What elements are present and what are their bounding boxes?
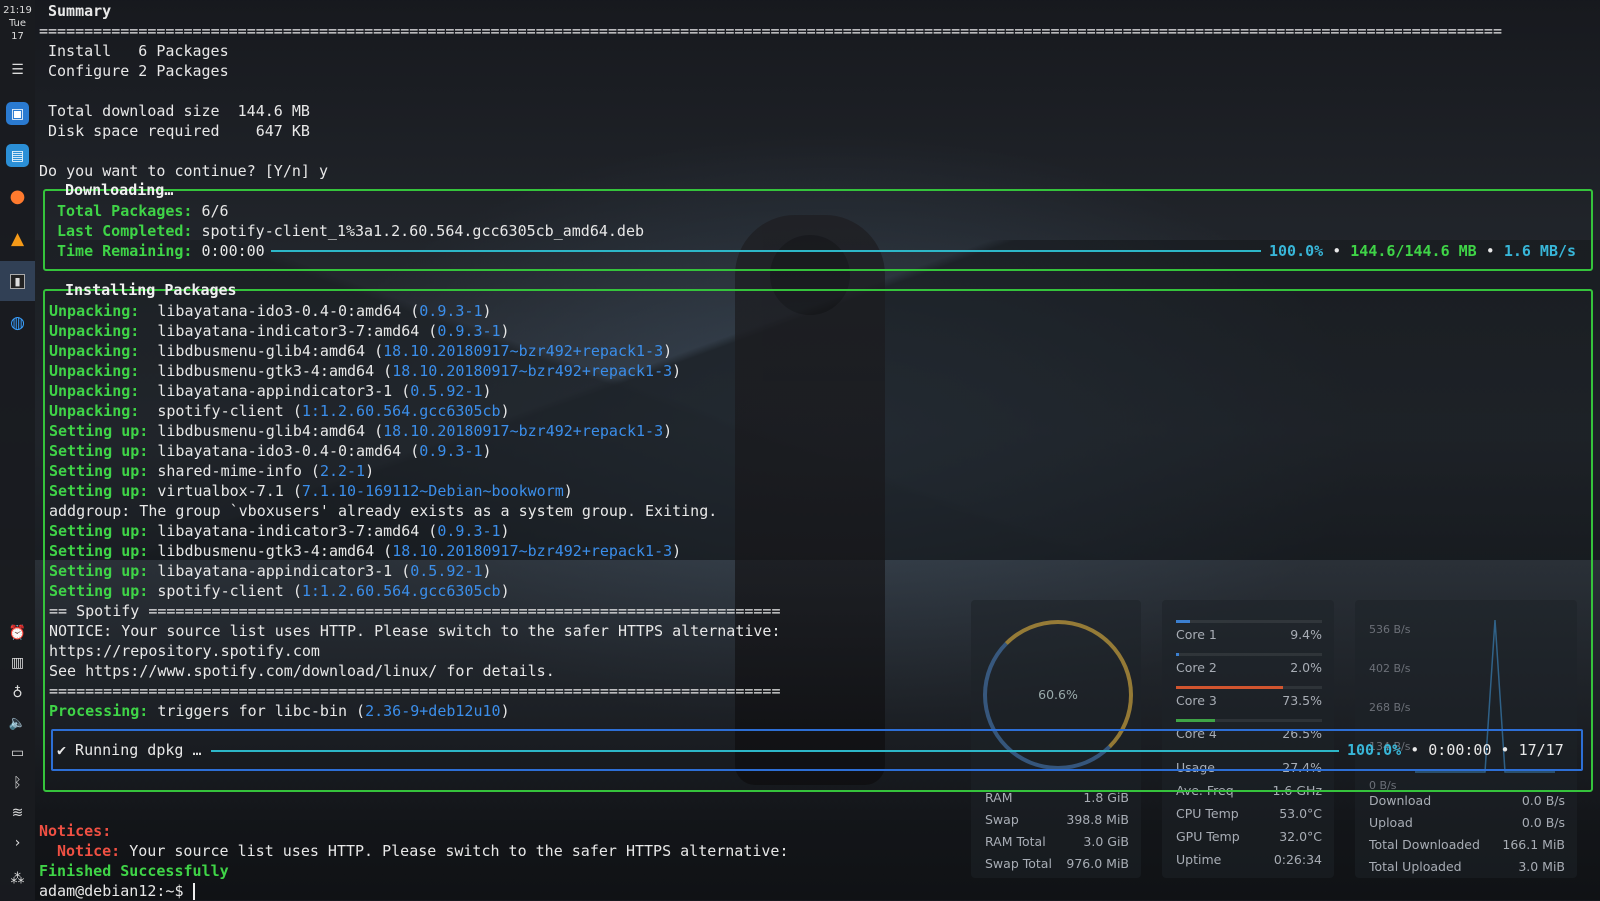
- text-cursor: [193, 883, 195, 900]
- install-log-line: Setting up: libdbusmenu-gtk3-4:amd64 (18…: [49, 541, 681, 561]
- store-icon[interactable]: ▣: [6, 102, 29, 125]
- wifi-icon[interactable]: ≋: [6, 801, 29, 824]
- install-log-line: Setting up: libdbusmenu-glib4:amd64 (18.…: [49, 421, 672, 441]
- lightbulb-icon[interactable]: ♁: [6, 681, 29, 704]
- install-log-line: Unpacking: libayatana-appindicator3-1 (0…: [49, 381, 492, 401]
- separator: ========================================…: [39, 21, 1597, 41]
- install-log-line: Setting up: libayatana-ido3-0.4-0:amd64 …: [49, 441, 492, 461]
- install-log-line: addgroup: The group `vboxusers' already …: [49, 501, 717, 521]
- download-stats: 100.0% • 144.6/144.6 MB • 1.6 MB/s: [1269, 241, 1576, 261]
- install-log-line: Setting up: libayatana-indicator3-7:amd6…: [49, 521, 510, 541]
- clipboard-icon[interactable]: ▥: [6, 651, 29, 674]
- disk-space-line: Disk space required 647 KB: [48, 121, 310, 141]
- installing-title: Installing Packages: [59, 280, 243, 300]
- install-log-line: Unpacking: libdbusmenu-glib4:amd64 (18.1…: [49, 341, 672, 361]
- installing-panel: Installing Packages Unpacking: libayatan…: [43, 289, 1593, 792]
- file-manager-icon[interactable]: ▤: [6, 144, 29, 167]
- continue-prompt: Do you want to continue? [Y/n] y: [39, 161, 328, 181]
- clock[interactable]: 21:19 Tue 17: [0, 0, 35, 43]
- download-progress-bar: [271, 250, 1261, 252]
- clock-time: 21:19: [0, 4, 35, 17]
- downloading-panel: Downloading… Total Packages: 6/6 Last Co…: [43, 189, 1593, 271]
- summary-title: Summary: [48, 1, 111, 21]
- time-remaining-row: Time Remaining: 0:00:00: [57, 241, 265, 261]
- bluetooth-icon[interactable]: ᛒ: [6, 771, 29, 794]
- clock-date: 17: [0, 30, 35, 43]
- install-log-line: Setting up: shared-mime-info (2.2-1): [49, 461, 374, 481]
- notice-line: Notice: Your source list uses HTTP. Plea…: [57, 841, 789, 861]
- configure-line: Configure 2 Packages: [48, 61, 229, 81]
- downloading-title: Downloading…: [59, 180, 179, 200]
- shell-prompt[interactable]: adam@debian12:~$: [39, 881, 195, 901]
- volume-icon[interactable]: 🔈: [6, 711, 29, 734]
- taskbar: 21:19 Tue 17 ☰ ▣ ▤ ● ▲ ▮ ◍ ⏰ ▥ ♁ 🔈 ▭ ᛒ ≋…: [0, 0, 35, 900]
- taskbar-settings-icon[interactable]: ☰: [6, 58, 29, 81]
- download-size-line: Total download size 144.6 MB: [48, 101, 310, 121]
- running-dpkg-panel: ✔ Running dpkg … 100.0% • 0:00:00 • 17/1…: [51, 729, 1583, 771]
- install-log-line: Processing: triggers for libc-bin (2.36-…: [49, 701, 510, 721]
- install-log-line: Unpacking: libayatana-ido3-0.4-0:amd64 (…: [49, 301, 492, 321]
- expand-icon[interactable]: ›: [6, 831, 29, 854]
- install-log-line: https://repository.spotify.com: [49, 641, 320, 661]
- finished-message: Finished Successfully: [39, 861, 229, 881]
- install-log-line: Unpacking: libayatana-indicator3-7:amd64…: [49, 321, 510, 341]
- dpkg-progress-bar: [211, 750, 1339, 752]
- running-dpkg-label: ✔ Running dpkg …: [57, 740, 202, 760]
- system-menu-icon[interactable]: ⁂: [6, 867, 29, 890]
- notifications-icon[interactable]: ⏰: [6, 621, 29, 644]
- install-log-line: Unpacking: libdbusmenu-gtk3-4:amd64 (18.…: [49, 361, 681, 381]
- install-log-line: NOTICE: Your source list uses HTTP. Plea…: [49, 621, 781, 641]
- install-log-line: See https://www.spotify.com/download/lin…: [49, 661, 555, 681]
- terminal-icon[interactable]: ▮: [0, 261, 35, 301]
- notices-title: Notices:: [39, 821, 111, 841]
- firefox-icon[interactable]: ●: [6, 185, 29, 208]
- browser-icon[interactable]: ◍: [6, 311, 29, 334]
- total-packages-row: Total Packages: 6/6: [57, 201, 229, 221]
- clock-day: Tue: [0, 17, 35, 30]
- last-completed-row: Last Completed: spotify-client_1%3a1.2.6…: [57, 221, 644, 241]
- install-log-line: Setting up: libayatana-appindicator3-1 (…: [49, 561, 492, 581]
- terminal-window[interactable]: Summary ================================…: [39, 0, 1599, 900]
- install-log-line: == Spotify =============================…: [49, 601, 781, 621]
- dpkg-stats: 100.0% • 0:00:00 • 17/17: [1347, 740, 1564, 760]
- install-log-line: Setting up: spotify-client (1:1.2.60.564…: [49, 581, 510, 601]
- install-log-line: Unpacking: spotify-client (1:1.2.60.564.…: [49, 401, 510, 421]
- install-line: Install 6 Packages: [48, 41, 229, 61]
- install-log-line: ========================================…: [49, 681, 781, 701]
- install-log-line: Setting up: virtualbox-7.1 (7.1.10-16911…: [49, 481, 573, 501]
- vlc-icon[interactable]: ▲: [6, 227, 29, 250]
- display-icon[interactable]: ▭: [6, 741, 29, 764]
